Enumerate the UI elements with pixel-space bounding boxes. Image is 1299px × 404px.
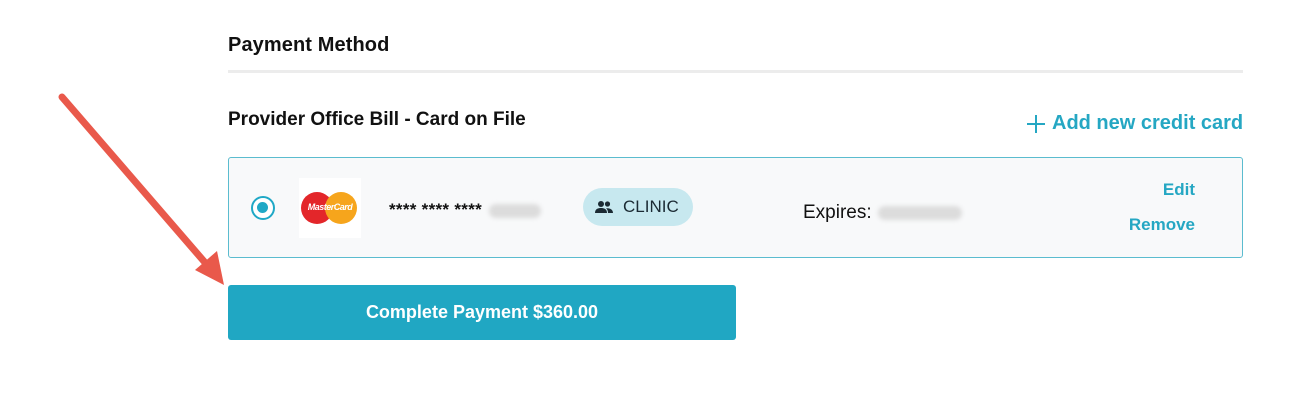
card-radio-button[interactable] xyxy=(251,196,275,220)
edit-card-link[interactable]: Edit xyxy=(1163,180,1195,200)
clinic-badge-label: CLINIC xyxy=(623,197,679,216)
clinic-badge: CLINIC xyxy=(583,188,693,226)
masked-card-number: **** **** **** xyxy=(389,200,483,219)
add-credit-card-link[interactable]: Add new credit card xyxy=(1026,112,1243,135)
people-icon xyxy=(595,201,613,213)
payment-method-page: Payment Method Provider Office Bill - Ca… xyxy=(0,0,1299,404)
redacted-last-four xyxy=(489,203,542,218)
redacted-expiry-date xyxy=(877,206,962,220)
card-expiry: Expires: xyxy=(803,202,962,224)
saved-card-row[interactable]: MasterCard **** **** **** CLINIC Expires… xyxy=(228,157,1243,258)
remove-card-link[interactable]: Remove xyxy=(1129,215,1195,235)
card-on-file-heading: Provider Office Bill - Card on File xyxy=(228,109,526,130)
mastercard-logo: MasterCard xyxy=(299,178,361,238)
section-title: Payment Method xyxy=(228,34,390,56)
expires-label: Expires: xyxy=(803,202,872,223)
add-credit-card-label: Add new credit card xyxy=(1052,112,1244,134)
mastercard-logo-text: MasterCard xyxy=(307,202,353,212)
complete-payment-button[interactable]: Complete Payment $360.00 xyxy=(228,285,736,340)
plus-icon xyxy=(1026,114,1046,134)
radio-selected-icon xyxy=(257,202,268,213)
divider xyxy=(228,70,1243,73)
card-number: **** **** **** xyxy=(389,200,542,220)
